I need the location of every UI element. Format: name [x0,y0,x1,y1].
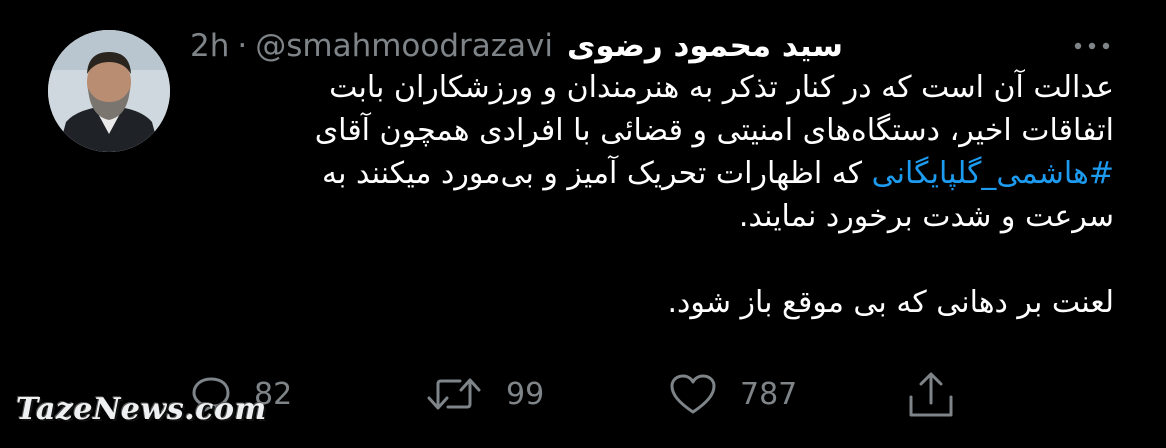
avatar-image [48,30,170,152]
like-button[interactable]: 787 [668,364,797,424]
hashtag-link[interactable]: #هاشمی_گلپایگانی [872,156,1114,191]
retweet-button[interactable]: 99 [424,364,544,424]
more-icon[interactable] [1068,36,1116,56]
share-button[interactable] [904,364,958,424]
like-icon [670,374,716,414]
watermark: TazeNews.com [16,392,267,427]
like-count: 787 [740,376,798,412]
tweet-line-1: عدالت آن است که در کنار تذکر به هنرمندان… [329,70,1114,105]
tweet-line-5: لعنت بر دهانی که بی موقع باز شود. [667,285,1114,320]
tweet-line-4: سرعت و شدت برخورد نمایند. [738,199,1114,234]
tweet-header: 2h · @smahmoodrazavi سید محمود رضوی [190,26,1060,66]
author-name[interactable]: سید محمود رضوی [567,28,843,64]
retweet-icon [427,378,481,410]
tweet-time[interactable]: 2h [190,28,229,64]
tweet-text: عدالت آن است که در کنار تذکر به هنرمندان… [214,66,1114,324]
tweet-line-3: #هاشمی_گلپایگانی که اظهارات تحریک آمیز و… [214,152,1114,195]
tweet-line-2: اتفاقات اخیر، دستگاه‌های امنیتی و قضائی … [314,113,1114,148]
retweet-count: 99 [506,376,545,412]
share-icon [909,372,953,417]
header-separator: · [237,28,248,64]
author-handle[interactable]: @smahmoodrazavi [255,28,553,64]
tweet-line-3-text: که اظهارات تحریک آمیز و بی‌مورد میکنند ب… [321,156,872,191]
avatar[interactable] [48,30,170,152]
